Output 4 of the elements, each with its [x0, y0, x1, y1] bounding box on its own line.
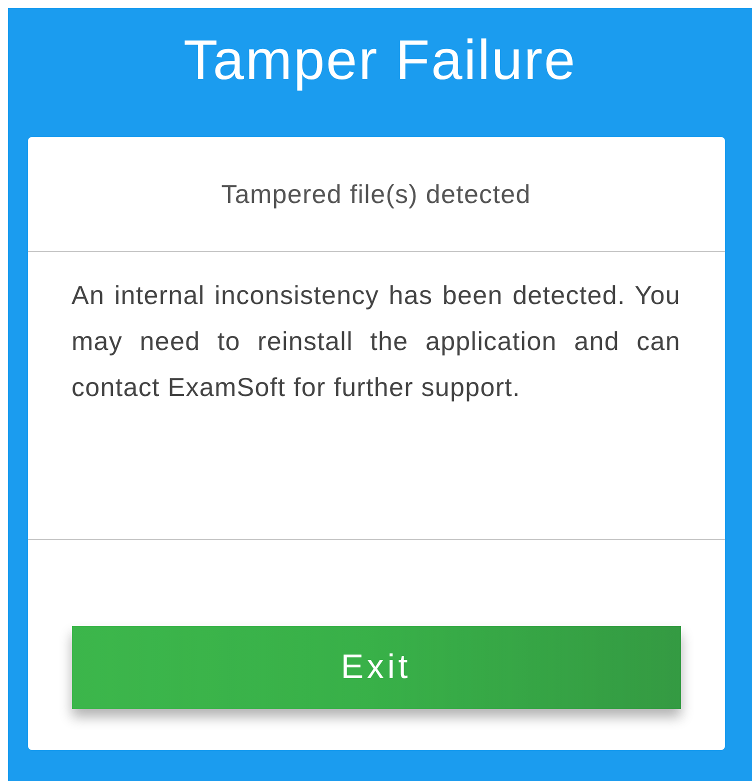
dialog-heading: Tampered file(s) detected	[221, 178, 531, 210]
exit-button[interactable]: Exit	[72, 626, 680, 709]
dialog-message: An internal inconsistency has been detected. You may need to reinstall the application and can contact ExamSoft for further support.	[72, 279, 680, 404]
page-title: Tamper Failure	[183, 32, 577, 93]
